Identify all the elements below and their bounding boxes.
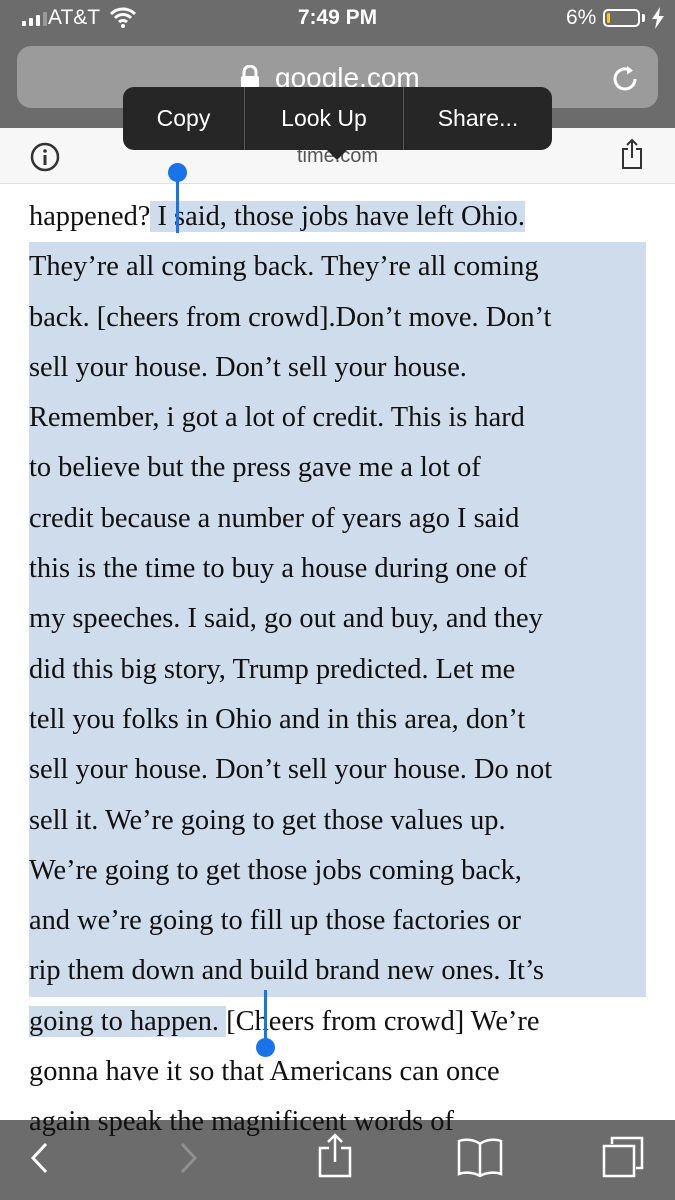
look-up-menu-item[interactable]: Look Up	[244, 87, 404, 150]
article-line: back. [cheers from crowd].Don’t move. Do…	[29, 292, 649, 343]
article-text-span: gonna have it so that Americans can once	[29, 1056, 500, 1088]
selected-text: I said, those jobs have left Ohio.	[150, 201, 525, 232]
selected-text: credit because a number of years ago I s…	[29, 502, 520, 534]
article-line: going to happen. [Cheers from crowd] We’…	[29, 997, 649, 1047]
battery-percent: 6%	[566, 6, 597, 29]
selected-text: sell your house. Don’t sell your house. …	[29, 754, 553, 786]
status-bar: AT&T 7:49 PM 6%	[0, 0, 675, 38]
article-line: sell it. We’re going to get those values…	[29, 795, 649, 846]
selection-start-caret[interactable]	[176, 180, 179, 233]
article-line: my speeches. I said, go out and buy, and…	[29, 594, 649, 645]
selected-text: my speeches. I said, go out and buy, and…	[29, 603, 543, 635]
selected-text: sell your house. Don’t sell your house.	[29, 351, 467, 383]
article-line: credit because a number of years ago I s…	[29, 493, 649, 545]
article-line: this is the time to buy a house during o…	[29, 544, 649, 595]
article-line: tell you folks in Ohio and in this area,…	[29, 694, 649, 746]
battery-icon	[603, 9, 640, 27]
edit-menu: Copy Look Up Share...	[123, 87, 552, 150]
selected-text: tell you folks in Ohio and in this area,…	[29, 703, 526, 735]
article-line: happened? I said, those jobs have left O…	[29, 192, 649, 242]
edit-menu-arrow	[325, 148, 349, 160]
selected-text: sell it. We’re going to get those values…	[29, 804, 506, 836]
selected-text: They’re all coming back. They’re all com…	[29, 251, 539, 283]
battery-cap	[642, 14, 645, 22]
selection-end-caret[interactable]	[264, 990, 267, 1040]
selection-end-handle[interactable]	[256, 1038, 275, 1057]
share-icon[interactable]	[620, 138, 644, 170]
share-icon[interactable]	[316, 1132, 354, 1180]
article-text-span: [Cheers from crowd] We’re	[226, 1005, 540, 1037]
selected-text: this is the time to buy a house during o…	[29, 553, 528, 585]
article-line: to believe but the press gave me a lot o…	[29, 443, 649, 494]
battery-level	[607, 13, 610, 23]
article-line: We’re going to get those jobs coming bac…	[29, 845, 649, 897]
article-line: rip them down and build brand new ones. …	[29, 946, 649, 997]
selected-text: rip them down and build brand new ones. …	[29, 955, 544, 987]
article-line: They’re all coming back. They’re all com…	[29, 242, 649, 293]
selected-text: to believe but the press gave me a lot o…	[29, 452, 481, 484]
article-line: and we’re going to fill up those factori…	[29, 896, 649, 947]
article-text[interactable]: happened? I said, those jobs have left O…	[29, 192, 649, 1148]
article-line: sell your house. Don’t sell your house. …	[29, 745, 649, 796]
article-text-span: again speak the magnificent words of	[29, 1106, 454, 1138]
bookmarks-icon[interactable]	[456, 1136, 504, 1178]
selected-text: back. [cheers from crowd].Don’t move. Do…	[29, 301, 552, 333]
selected-text: and we’re going to fill up those factori…	[29, 905, 521, 937]
article-text-span: happened?	[29, 201, 151, 232]
selected-text: going to happen.	[29, 1005, 227, 1037]
selected-text: did this big story, Trump predicted. Let…	[29, 653, 516, 685]
article-line: did this big story, Trump predicted. Let…	[29, 644, 649, 695]
selected-text: Remember, i got a lot of credit. This is…	[29, 402, 525, 434]
copy-menu-item[interactable]: Copy	[123, 87, 244, 150]
back-icon[interactable]	[28, 1138, 52, 1178]
reload-icon[interactable]	[610, 64, 640, 94]
selected-text: We’re going to get those jobs coming bac…	[29, 854, 522, 886]
tabs-icon[interactable]	[600, 1134, 646, 1180]
forward-icon[interactable]	[176, 1138, 200, 1178]
article-line: Remember, i got a lot of credit. This is…	[29, 393, 649, 444]
share-menu-item[interactable]: Share...	[404, 87, 552, 150]
charging-bolt-icon	[652, 7, 664, 29]
article-line: sell your house. Don’t sell your house.	[29, 342, 649, 394]
article-line: gonna have it so that Americans can once	[29, 1047, 649, 1097]
